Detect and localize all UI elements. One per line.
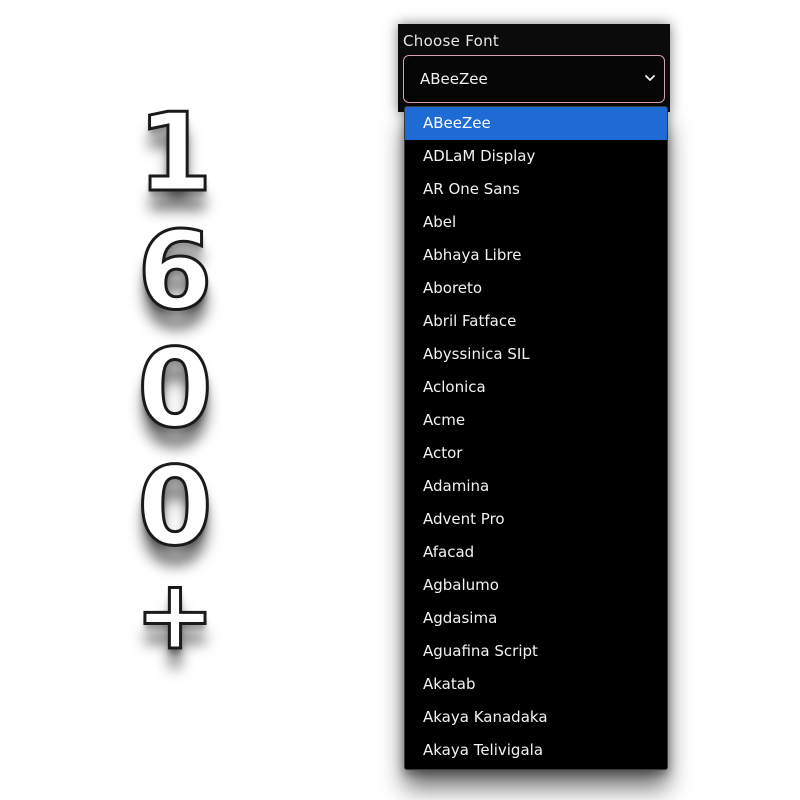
choose-font-label: Choose Font xyxy=(403,32,500,50)
font-option[interactable]: Agbalumo xyxy=(405,569,667,602)
font-option[interactable]: ADLaM Display xyxy=(405,140,667,173)
screenshot-stage: 1 6 0 0 + Choose Font ABeeZee ABeeZee ADL… xyxy=(0,0,800,800)
promo-count: 1 6 0 0 + xyxy=(120,91,230,671)
font-dropdown-list[interactable]: ABeeZee ADLaM Display AR One Sans Abel Abhay… xyxy=(404,106,668,770)
font-option[interactable]: Afacad xyxy=(405,536,667,569)
font-option[interactable]: Actor xyxy=(405,437,667,470)
font-select[interactable]: ABeeZee xyxy=(403,55,665,103)
font-option[interactable]: Aclonica xyxy=(405,371,667,404)
font-option[interactable]: Aguafina Script xyxy=(405,635,667,668)
promo-digit-0a: 0 xyxy=(136,327,214,452)
font-option[interactable]: Akaya Kanadaka xyxy=(405,701,667,734)
font-option[interactable]: ABeeZee xyxy=(405,107,667,140)
font-option[interactable]: Abyssinica SIL xyxy=(405,338,667,371)
font-option[interactable]: Abhaya Libre xyxy=(405,239,667,272)
font-option[interactable]: Agdasima xyxy=(405,602,667,635)
promo-plus: + xyxy=(133,559,216,671)
font-option[interactable]: Acme xyxy=(405,404,667,437)
font-option[interactable]: Akatab xyxy=(405,668,667,701)
font-option[interactable]: Adamina xyxy=(405,470,667,503)
font-picker-panel: Choose Font ABeeZee xyxy=(398,24,670,112)
font-option[interactable]: Abril Fatface xyxy=(405,305,667,338)
promo-digit-1: 1 xyxy=(136,91,214,216)
chevron-down-icon[interactable] xyxy=(644,72,656,84)
font-option[interactable]: Akaya Telivigala xyxy=(405,734,667,767)
font-select-value: ABeeZee xyxy=(420,70,488,88)
promo-digit-6: 6 xyxy=(136,209,214,334)
font-option[interactable]: Abel xyxy=(405,206,667,239)
font-option[interactable]: AR One Sans xyxy=(405,173,667,206)
font-option[interactable]: Aboreto xyxy=(405,272,667,305)
font-option[interactable]: Advent Pro xyxy=(405,503,667,536)
promo-digit-0b: 0 xyxy=(136,445,214,570)
